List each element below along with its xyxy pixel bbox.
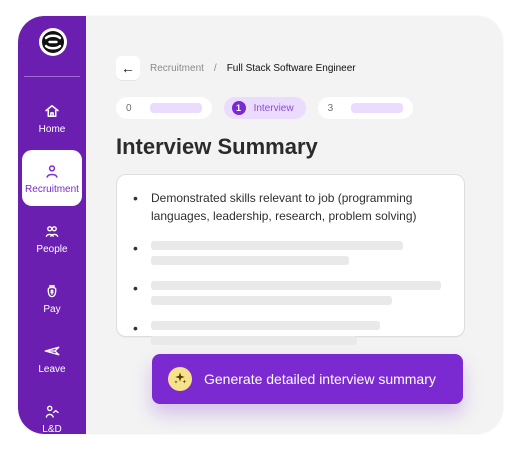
step-interview[interactable]: 1 Interview bbox=[223, 97, 306, 119]
interview-steps: 0 1 Interview 3 bbox=[116, 97, 414, 119]
user-icon bbox=[46, 164, 58, 178]
placeholder-lines bbox=[151, 281, 441, 305]
placeholder-line bbox=[151, 241, 403, 250]
step-number: 3 bbox=[327, 102, 334, 114]
bullet-symbol: • bbox=[133, 240, 138, 256]
sidebar-item-label: People bbox=[36, 243, 68, 255]
summary-text: Demonstrated skills relevant to job (pro… bbox=[151, 191, 417, 223]
money-bag-icon bbox=[47, 284, 57, 297]
summary-placeholder-bullet: • bbox=[133, 319, 448, 345]
page-title: Interview Summary bbox=[116, 134, 318, 159]
main-content: ← Recruitment / Full Stack Software Engi… bbox=[86, 16, 503, 434]
breadcrumb-separator: / bbox=[213, 62, 217, 74]
back-button[interactable]: ← bbox=[116, 56, 140, 80]
sidebar-item-leave[interactable]: Leave bbox=[18, 330, 86, 386]
generate-summary-label: Generate detailed interview summary bbox=[204, 371, 436, 387]
sidebar-item-recruitment[interactable]: Recruitment bbox=[22, 150, 82, 206]
placeholder-line bbox=[151, 296, 392, 305]
sparkles-glyph-icon bbox=[174, 372, 187, 384]
breadcrumb: ← Recruitment / Full Stack Software Engi… bbox=[116, 56, 356, 80]
bullet-symbol: • bbox=[133, 320, 138, 336]
placeholder-line bbox=[151, 256, 349, 265]
placeholder-lines bbox=[151, 241, 403, 265]
step-left[interactable]: 0 bbox=[116, 97, 212, 119]
app-logo bbox=[37, 26, 69, 58]
step-label: Interview bbox=[253, 102, 294, 114]
learning-icon bbox=[45, 405, 59, 418]
placeholder-lines bbox=[151, 321, 380, 345]
placeholder-line bbox=[151, 336, 357, 345]
bullet-symbol: • bbox=[133, 190, 138, 206]
back-arrow-icon: ← bbox=[121, 60, 135, 76]
sidebar-nav: Home Recruitment People Pay Leave L&D bbox=[18, 90, 86, 434]
home-icon bbox=[45, 104, 59, 117]
sidebar: Home Recruitment People Pay Leave L&D bbox=[18, 16, 86, 434]
step-right[interactable]: 3 bbox=[317, 97, 414, 119]
summary-placeholder-bullet: • bbox=[133, 239, 448, 265]
plane-icon bbox=[44, 346, 60, 355]
summary-placeholder-bullet: • bbox=[133, 279, 448, 305]
people-icon bbox=[45, 225, 59, 237]
placeholder-line bbox=[151, 321, 380, 330]
sidebar-item-pay[interactable]: Pay bbox=[18, 270, 86, 326]
logo-icon bbox=[39, 28, 67, 56]
sidebar-item-label: Recruitment bbox=[25, 183, 79, 195]
app-frame: Home Recruitment People Pay Leave L&D ← … bbox=[18, 16, 503, 434]
bullet-symbol: • bbox=[133, 280, 138, 296]
sidebar-item-label: Home bbox=[38, 123, 66, 135]
sidebar-item-label: L&D bbox=[42, 423, 62, 435]
generate-summary-button[interactable]: Generate detailed interview summary bbox=[152, 354, 463, 404]
summary-bullet: • Demonstrated skills relevant to job (p… bbox=[133, 189, 448, 225]
breadcrumb-current: Full Stack Software Engineer bbox=[226, 62, 356, 74]
step-badge: 1 bbox=[231, 101, 246, 115]
sidebar-item-people[interactable]: People bbox=[18, 210, 86, 266]
sparkles-icon bbox=[168, 367, 192, 391]
sidebar-item-learning[interactable]: L&D bbox=[18, 390, 86, 434]
step-progress-bar bbox=[351, 103, 404, 113]
placeholder-line bbox=[151, 281, 441, 290]
sidebar-item-label: Pay bbox=[43, 303, 61, 315]
sidebar-item-label: Leave bbox=[38, 363, 66, 375]
summary-card: • Demonstrated skills relevant to job (p… bbox=[116, 174, 465, 345]
step-progress-bar bbox=[149, 103, 202, 113]
step-number: 0 bbox=[126, 102, 132, 114]
breadcrumb-parent[interactable]: Recruitment bbox=[150, 63, 204, 74]
sidebar-item-home[interactable]: Home bbox=[18, 90, 86, 146]
sidebar-divider bbox=[24, 76, 80, 77]
